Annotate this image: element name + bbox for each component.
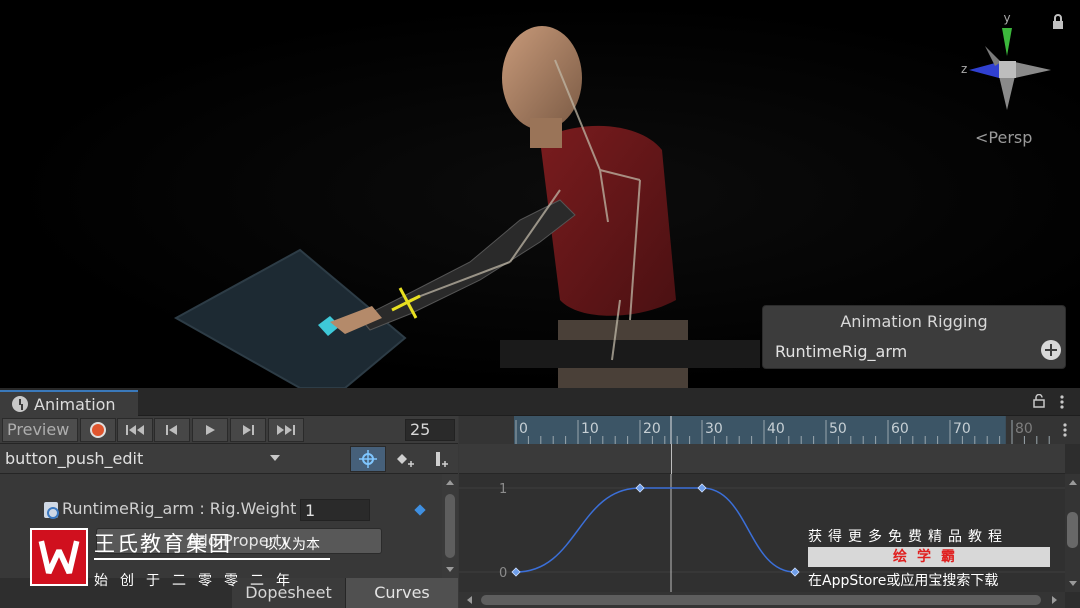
ruler-tick-label: 10 <box>581 421 599 437</box>
events-track[interactable] <box>459 444 1065 474</box>
ruler-tick-label: 70 <box>953 421 971 437</box>
playback-toolbar: Preview 25 <box>0 416 458 444</box>
property-row[interactable]: RuntimeRig_arm : Rig.Weight 1 <box>0 496 442 524</box>
curve-keyframe[interactable] <box>635 483 645 493</box>
play-icon <box>206 425 215 435</box>
lock-icon[interactable] <box>1050 14 1066 30</box>
scroll-right-icon[interactable] <box>1052 596 1057 604</box>
property-label: RuntimeRig_arm : Rig.Weight <box>62 499 297 518</box>
scroll-thumb[interactable] <box>445 494 455 558</box>
tab-curves[interactable]: Curves <box>346 578 458 608</box>
ruler-ticks: 0 10 20 30 40 50 60 70 80 <box>514 416 1050 444</box>
promo-watermark: 获得更多免费精品教程 绘学霸 在AppStore或应用宝搜索下载 <box>806 526 1052 590</box>
brand-watermark: 王氏教育集团 以人为本 始创于二零零二年 <box>30 528 340 590</box>
scroll-up-icon[interactable] <box>446 480 454 485</box>
y-axis-label: 0 <box>499 566 507 581</box>
add-event-button[interactable] <box>424 446 456 472</box>
current-frame-field[interactable]: 25 <box>405 419 455 441</box>
crosshair-icon <box>359 450 377 468</box>
add-rig-icon[interactable] <box>1041 340 1061 360</box>
preview-button[interactable]: Preview <box>2 418 78 442</box>
property-list-scrollbar[interactable] <box>442 474 458 578</box>
snap-keyframes-button[interactable] <box>350 446 386 472</box>
ruler-tick-label: 20 <box>643 421 661 437</box>
tab-label: Animation <box>34 395 116 414</box>
scene-view[interactable]: y z <Persp Animation Rigging RuntimeRig_… <box>0 0 1080 388</box>
first-key-icon <box>126 425 144 435</box>
scroll-thumb[interactable] <box>1067 512 1078 548</box>
curve-keyframe[interactable] <box>697 483 707 493</box>
ruler-tick-label: 40 <box>767 421 785 437</box>
tab-animation[interactable]: Animation <box>0 390 138 416</box>
clip-toolbar: button_push_edit <box>0 444 458 474</box>
scroll-down-icon[interactable] <box>1069 581 1077 586</box>
kebab-menu-icon[interactable] <box>1061 422 1069 438</box>
promo-headline: 获得更多免费精品教程 <box>808 529 1008 545</box>
keyframe-diamond-icon[interactable] <box>414 504 426 516</box>
clip-name: button_push_edit <box>5 449 144 468</box>
chevron-down-icon <box>270 455 280 461</box>
animation-rigging-overlay: Animation Rigging RuntimeRig_arm <box>762 305 1066 369</box>
add-event-icon <box>436 452 448 467</box>
ruler-tick-label: 0 <box>519 421 528 437</box>
ruler-tick-label: 30 <box>705 421 723 437</box>
window-tab-bar: Animation <box>0 388 1080 416</box>
brand-name: 王氏教育集团 <box>94 532 232 556</box>
script-icon <box>44 502 59 519</box>
next-key-icon <box>243 425 254 435</box>
playhead-line <box>671 444 672 474</box>
brand-slogan: 以人为本 <box>264 537 320 553</box>
timeline-ruler[interactable]: 0 10 20 30 40 50 60 70 80 <box>459 416 1080 444</box>
previous-key-icon <box>166 425 177 435</box>
curve-keyframe[interactable] <box>511 567 521 577</box>
projection-toggle[interactable]: <Persp <box>975 128 1032 147</box>
promo-badge: 绘学霸 <box>808 547 1050 567</box>
first-frame-button[interactable] <box>117 418 153 442</box>
brand-divider <box>94 558 330 560</box>
play-button[interactable] <box>192 418 228 442</box>
clock-icon <box>12 396 28 412</box>
ruler-tick-label: 80 <box>1015 421 1033 437</box>
property-value-field[interactable]: 1 <box>300 499 370 521</box>
record-icon <box>90 422 106 438</box>
scroll-up-icon[interactable] <box>1069 480 1077 485</box>
y-axis-cone <box>1002 28 1012 56</box>
y-axis-label: 1 <box>499 482 507 497</box>
brand-founded: 始创于二零零二年 <box>94 573 302 589</box>
kebab-menu-icon[interactable] <box>1058 394 1066 410</box>
previous-frame-button[interactable] <box>154 418 190 442</box>
curve-vertical-scrollbar[interactable] <box>1065 474 1080 592</box>
gizmo-z-label: z <box>961 62 967 76</box>
promo-subline: 在AppStore或应用宝搜索下载 <box>808 573 999 589</box>
scroll-thumb[interactable] <box>481 595 1041 605</box>
orientation-gizmo[interactable]: y z <box>955 10 1060 120</box>
add-keyframe-icon <box>397 454 414 467</box>
ruler-tick-label: 50 <box>829 421 847 437</box>
ruler-tick-label: 60 <box>891 421 909 437</box>
curve-keyframe[interactable] <box>790 567 800 577</box>
scroll-left-icon[interactable] <box>467 596 472 604</box>
clip-dropdown[interactable]: button_push_edit <box>0 446 288 472</box>
last-frame-button[interactable] <box>268 418 304 442</box>
brand-logo <box>30 528 88 586</box>
curve-horizontal-scrollbar[interactable] <box>459 592 1065 608</box>
character-head <box>502 26 582 130</box>
scroll-down-icon[interactable] <box>446 567 454 572</box>
record-button[interactable] <box>80 418 116 442</box>
unlock-icon[interactable] <box>1032 394 1046 408</box>
overlay-title: Animation Rigging <box>840 312 988 331</box>
gizmo-y-label: y <box>1003 11 1010 25</box>
next-frame-button[interactable] <box>230 418 266 442</box>
last-key-icon <box>277 425 295 435</box>
rig-name[interactable]: RuntimeRig_arm <box>775 342 907 361</box>
add-keyframe-button[interactable] <box>388 446 422 472</box>
weight-curve[interactable] <box>515 487 796 573</box>
